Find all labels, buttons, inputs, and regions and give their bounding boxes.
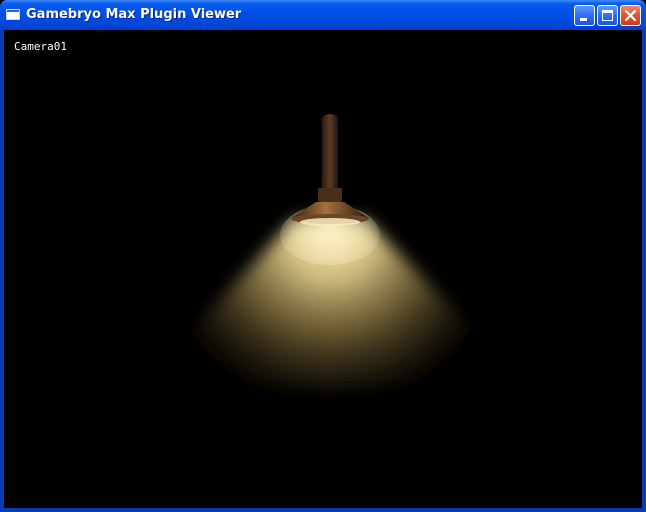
app-window-icon[interactable] xyxy=(6,9,20,20)
minimize-icon xyxy=(580,18,587,21)
close-icon xyxy=(624,9,637,22)
title-bar[interactable]: Gamebryo Max Plugin Viewer xyxy=(0,0,646,30)
maximize-icon xyxy=(602,10,613,21)
maximize-button[interactable] xyxy=(597,5,618,26)
close-button[interactable] xyxy=(620,5,641,26)
window-title: Gamebryo Max Plugin Viewer xyxy=(26,7,242,22)
app-window: Gamebryo Max Plugin Viewer Camera01 xyxy=(0,0,646,512)
lamp-stem xyxy=(321,114,339,190)
lamp-scene xyxy=(154,114,514,390)
minimize-button[interactable] xyxy=(574,5,595,26)
render-viewport[interactable]: Camera01 xyxy=(4,30,642,508)
camera-label: Camera01 xyxy=(14,40,67,53)
lamp-bulb-opening xyxy=(300,218,360,226)
lamp-collar xyxy=(318,188,342,202)
